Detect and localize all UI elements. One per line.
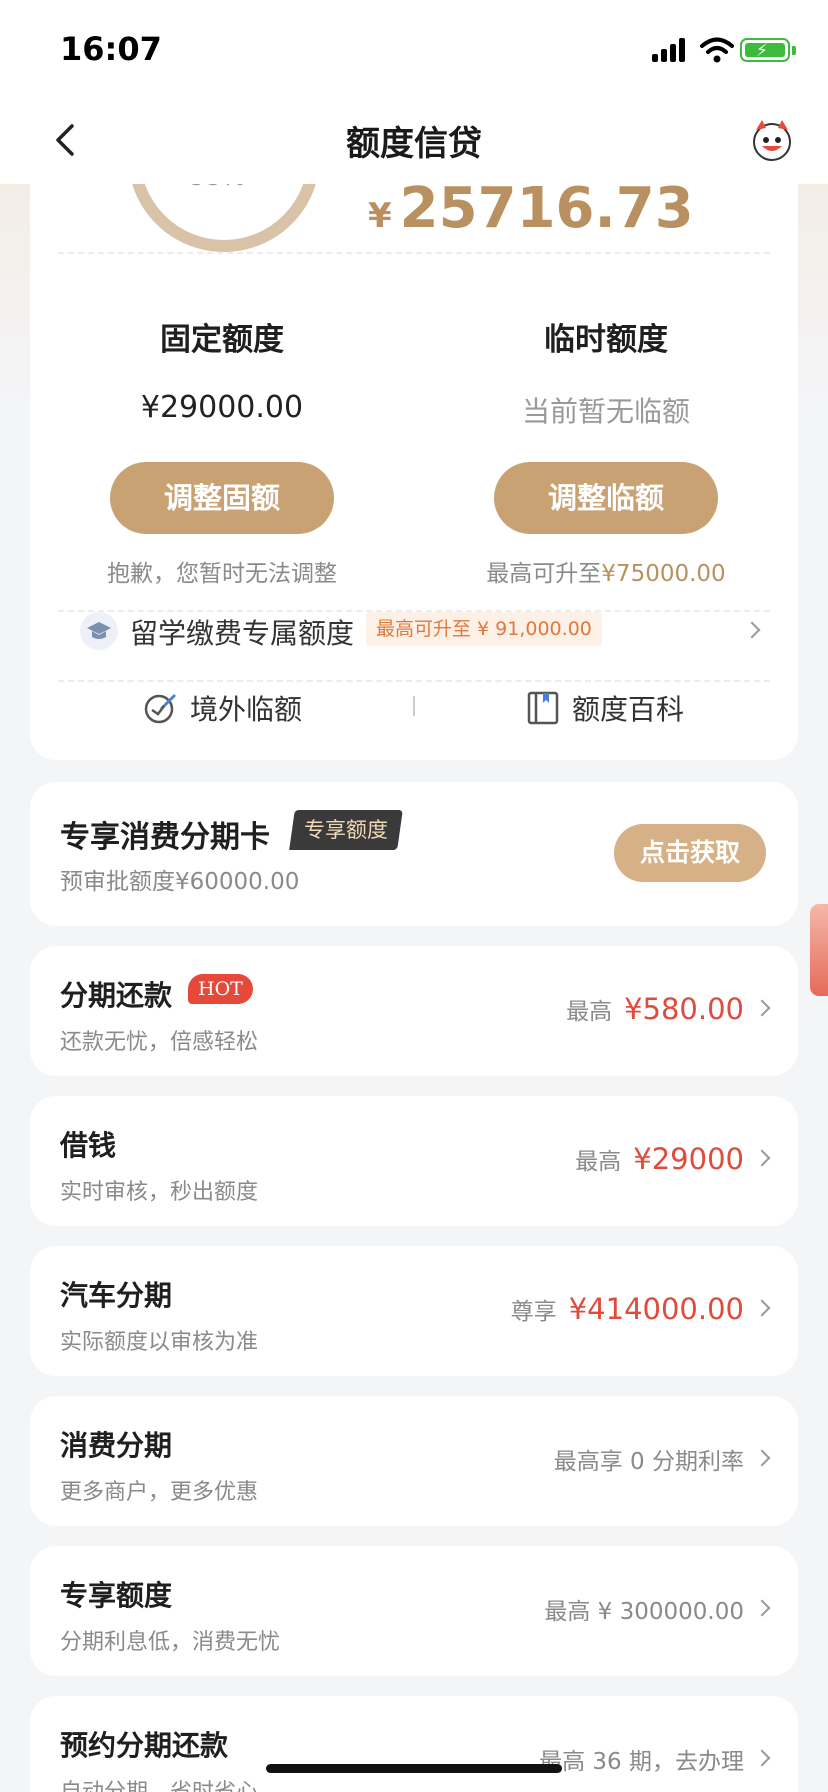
list-item-subtitle: 实际额度以审核为准	[60, 1330, 259, 1355]
list-item-scheduled-installment[interactable]: 预约分期还款 自动分期，省时省心 最高 36 期，去办理	[30, 1696, 798, 1792]
list-item-value: 尊享 ¥414000.00	[511, 1292, 744, 1326]
list-item-value: 最高 36 期，去办理	[539, 1742, 744, 1776]
cellular-signal-icon	[652, 38, 688, 62]
list-item-amount: ¥414000.00	[568, 1292, 744, 1326]
list-item-value: 最高 ¥29000	[575, 1142, 744, 1176]
link-separator	[413, 696, 415, 716]
list-item-prefix: 最高	[566, 999, 613, 1025]
temp-limit-title: 临时额度	[544, 322, 668, 358]
mascot-icon[interactable]	[748, 116, 796, 164]
list-item-consumer-installment[interactable]: 消费分期 更多商户，更多优惠 最高享 0 分期利率	[30, 1396, 798, 1526]
list-item-amount: ¥580.00	[624, 992, 744, 1026]
get-now-button[interactable]: 点击获取	[614, 824, 766, 882]
list-item-title: 专享额度	[60, 1579, 173, 1612]
exclusive-installment-card[interactable]: 专享消费分期卡 专享额度 预审批额度¥60000.00 点击获取	[30, 782, 798, 926]
wifi-icon	[700, 37, 734, 63]
globe-plane-icon	[144, 694, 176, 724]
book-icon	[527, 691, 559, 725]
graduation-cap-icon	[80, 612, 118, 650]
temp-limit-note-prefix: 最高可升至	[486, 561, 602, 587]
list-item-title: 分期还款	[60, 979, 173, 1012]
chevron-right-icon	[753, 1599, 771, 1617]
exclusive-card-title: 专享消费分期卡	[60, 820, 270, 855]
list-item-title: 借钱	[60, 1129, 117, 1162]
study-abroad-label: 留学缴费专属额度	[130, 617, 355, 650]
limit-encyclopedia-label: 额度百科	[572, 693, 685, 726]
status-time: 16:07	[60, 30, 162, 68]
credit-limit-card: 88% ¥25716.73 固定额度 ¥29000.00 调整固额 抱歉，您暂时…	[30, 140, 798, 760]
list-item-text: 最高享 0 分期利率	[553, 1449, 744, 1475]
list-item-amount: ¥29000	[633, 1142, 744, 1176]
list-item-borrow[interactable]: 借钱 实时审核，秒出额度 最高 ¥29000	[30, 1096, 798, 1226]
overseas-temp-limit-label: 境外临额	[190, 693, 303, 726]
chevron-right-icon	[753, 1149, 771, 1167]
list-item-exclusive-limit[interactable]: 专享额度 分期利息低，消费无忧 最高 ¥ 300000.00	[30, 1546, 798, 1676]
battery-icon: ⚡	[740, 38, 796, 62]
exclusive-badge: 专享额度	[289, 810, 403, 850]
list-item-value: 最高 ¥580.00	[566, 992, 744, 1026]
list-item-title: 消费分期	[60, 1429, 173, 1462]
list-item-subtitle: 更多商户，更多优惠	[60, 1480, 259, 1505]
exclusive-badge-text: 专享额度	[304, 818, 388, 842]
hot-badge: HOT	[188, 974, 253, 1004]
list-item-subtitle: 自动分期，省时省心	[60, 1774, 258, 1792]
list-item-text: 最高 36 期，去办理	[539, 1749, 744, 1775]
status-bar: 16:07 ⚡	[0, 0, 828, 96]
study-abroad-limit-row[interactable]: 留学缴费专属额度 最高可升至 ¥ 91,000.00	[30, 592, 798, 664]
home-indicator[interactable]	[266, 1764, 562, 1773]
adjust-fixed-limit-button[interactable]: 调整固额	[110, 462, 334, 534]
chevron-right-icon	[743, 621, 761, 639]
fixed-limit-amount: ¥29000.00	[140, 390, 304, 425]
temp-limit-note-amount: ¥75000.00	[601, 561, 726, 587]
study-abroad-badge: 最高可升至 ¥ 91,000.00	[366, 612, 602, 646]
chevron-right-icon	[753, 1449, 771, 1467]
list-item-subtitle: 实时审核，秒出额度	[60, 1180, 259, 1205]
balance-currency: ¥	[368, 196, 392, 236]
list-item-title: 汽车分期	[60, 1279, 173, 1312]
temp-limit-amount: 当前暂无临额	[521, 395, 690, 428]
chevron-right-icon	[753, 1749, 771, 1767]
overseas-temp-limit-link[interactable]: 境外临额	[142, 686, 302, 730]
list-item-installment-repayment[interactable]: 分期还款 HOT 还款无忧，倍感轻松 最高 ¥580.00	[30, 946, 798, 1076]
list-item-prefix: 尊享	[510, 1299, 557, 1325]
chevron-right-icon	[753, 999, 771, 1017]
temp-limit-note: 最高可升至¥75000.00	[426, 554, 786, 588]
quick-links: 境外临额 额度百科	[30, 674, 798, 744]
fixed-limit-title: 固定额度	[160, 322, 284, 358]
page-title: 额度信贷	[346, 124, 482, 164]
balance-amount: 25716.73	[399, 176, 694, 241]
exclusive-card-subtitle: 预审批额度¥60000.00	[60, 869, 300, 895]
chevron-right-icon	[753, 1299, 771, 1317]
floating-side-tab[interactable]	[810, 904, 828, 996]
list-item-value: 最高 ¥ 300000.00	[544, 1592, 744, 1626]
fixed-limit-note: 抱歉，您暂时无法调整	[107, 561, 337, 587]
adjust-temp-limit-button[interactable]: 调整临额	[494, 462, 718, 534]
list-item-value: 最高享 0 分期利率	[554, 1442, 744, 1476]
list-item-subtitle: 分期利息低，消费无忧	[60, 1630, 281, 1655]
available-balance: ¥25716.73	[368, 176, 694, 241]
list-item-text: 最高 ¥ 300000.00	[544, 1599, 744, 1625]
list-item-title: 预约分期还款	[60, 1729, 229, 1762]
list-item-car-installment[interactable]: 汽车分期 实际额度以审核为准 尊享 ¥414000.00	[30, 1246, 798, 1376]
divider	[58, 252, 770, 254]
nav-bar: 额度信贷	[0, 96, 828, 184]
limit-encyclopedia-link[interactable]: 额度百科	[526, 686, 684, 730]
list-item-subtitle: 还款无忧，倍感轻松	[60, 1030, 259, 1055]
list-item-prefix: 最高	[575, 1149, 622, 1175]
